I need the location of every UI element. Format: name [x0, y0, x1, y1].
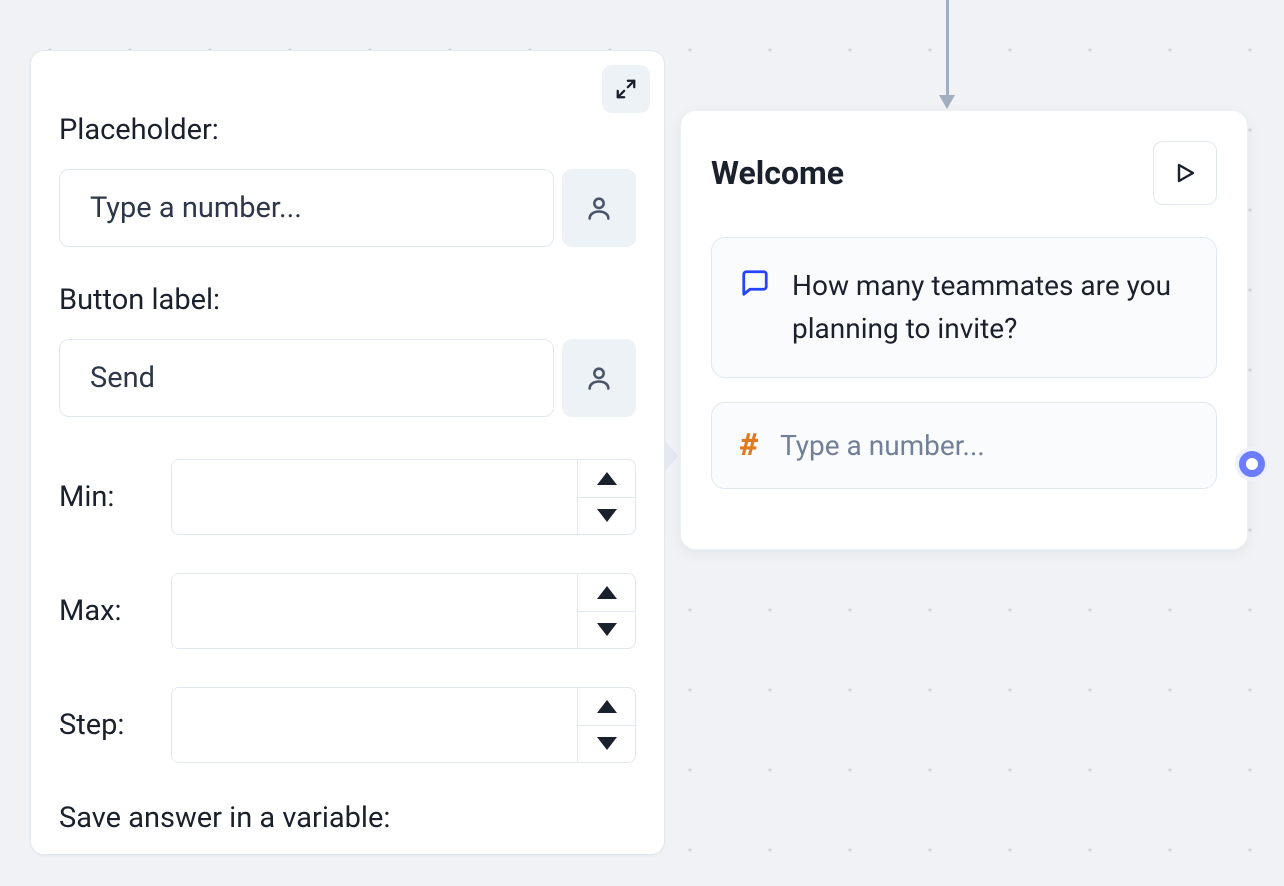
button-label-variable-button[interactable] — [562, 339, 636, 417]
flow-edge — [946, 0, 949, 95]
flow-node-welcome[interactable]: Welcome How many teammates are you plann… — [680, 110, 1248, 550]
node-output-port[interactable] — [1239, 451, 1265, 477]
chevron-down-icon — [597, 737, 617, 750]
max-step-up[interactable] — [578, 574, 635, 612]
min-stepper — [577, 460, 635, 534]
number-input-placeholder: Type a number... — [780, 429, 985, 462]
min-input[interactable] — [172, 460, 577, 534]
hash-icon: # — [740, 431, 758, 461]
node-title: Welcome — [711, 154, 844, 192]
button-label-input[interactable] — [59, 339, 554, 417]
node-run-button[interactable] — [1153, 141, 1217, 205]
max-step-down[interactable] — [578, 612, 635, 649]
save-variable-label: Save answer in a variable: — [59, 801, 636, 835]
step-label: Step: — [59, 708, 171, 742]
message-block[interactable]: How many teammates are you planning to i… — [711, 237, 1217, 378]
chevron-down-icon — [597, 623, 617, 636]
chevron-up-icon — [597, 472, 617, 485]
expand-icon — [615, 78, 637, 100]
step-input[interactable] — [172, 688, 577, 762]
chevron-down-icon — [597, 509, 617, 522]
max-stepper — [577, 574, 635, 648]
chat-icon — [740, 268, 770, 298]
min-label: Min: — [59, 480, 171, 514]
min-step-up[interactable] — [578, 460, 635, 498]
placeholder-input[interactable] — [59, 169, 554, 247]
step-step-up[interactable] — [578, 688, 635, 726]
expand-button[interactable] — [602, 65, 650, 113]
play-icon — [1173, 161, 1197, 185]
max-input[interactable] — [172, 574, 577, 648]
max-label: Max: — [59, 594, 171, 628]
button-label-label: Button label: — [59, 283, 636, 317]
min-step-down[interactable] — [578, 498, 635, 535]
step-step-down[interactable] — [578, 726, 635, 763]
person-icon — [585, 194, 613, 222]
placeholder-label: Placeholder: — [59, 113, 636, 147]
message-text: How many teammates are you planning to i… — [792, 264, 1188, 351]
step-stepper — [577, 688, 635, 762]
number-input-block[interactable]: # Type a number... — [711, 402, 1217, 489]
chevron-up-icon — [597, 586, 617, 599]
person-icon — [585, 364, 613, 392]
placeholder-variable-button[interactable] — [562, 169, 636, 247]
chevron-up-icon — [597, 700, 617, 713]
settings-panel: Placeholder: Button label: Min: — [30, 50, 665, 855]
